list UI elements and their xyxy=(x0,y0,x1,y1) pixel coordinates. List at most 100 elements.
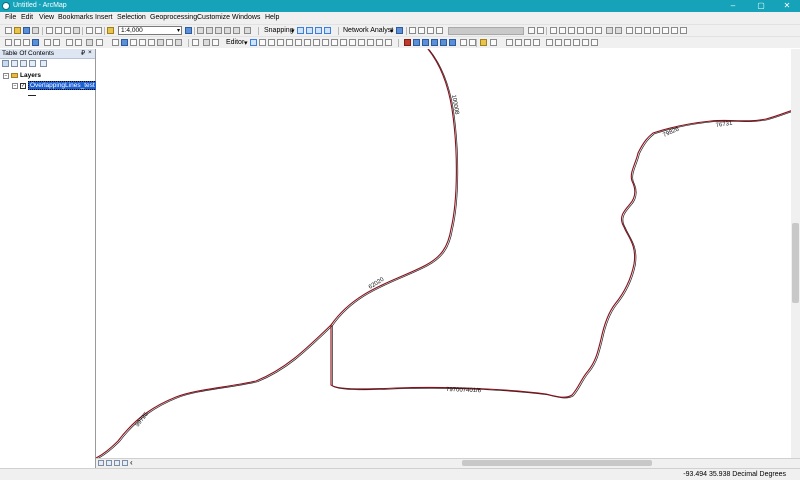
pan-icon[interactable] xyxy=(23,39,30,46)
network-tool-icon[interactable] xyxy=(427,27,434,34)
identify-icon[interactable] xyxy=(121,39,128,46)
horizontal-scroll-thumb[interactable] xyxy=(462,460,652,466)
cut-icon[interactable] xyxy=(46,27,53,34)
point-snapping-icon[interactable] xyxy=(297,27,304,34)
create-features-icon[interactable] xyxy=(376,39,383,46)
line-symbol-icon[interactable] xyxy=(28,95,36,96)
network-tool-icon[interactable] xyxy=(422,39,429,46)
select-elements-icon[interactable] xyxy=(112,39,119,46)
map-canvas[interactable]: 100008 62020 99725 797007401/6 79826 767… xyxy=(96,49,800,458)
model-builder-icon[interactable] xyxy=(244,27,251,34)
chevron-down-icon[interactable]: ▾ xyxy=(177,27,180,35)
chevron-down-icon[interactable]: ▾ xyxy=(291,27,295,35)
zoom-in-icon[interactable] xyxy=(5,39,12,46)
list-by-visibility-icon[interactable] xyxy=(20,60,27,67)
layers-group-label[interactable]: Layers xyxy=(20,72,41,79)
network-tool-icon[interactable] xyxy=(460,39,467,46)
scroll-left-arrow-icon[interactable]: ‹ xyxy=(130,458,133,467)
topology-tool-icon[interactable] xyxy=(559,27,566,34)
attributes-icon[interactable] xyxy=(358,39,365,46)
layer-name-selected[interactable]: OverlappingLines_test xyxy=(28,81,97,90)
collapse-icon[interactable]: − xyxy=(12,83,18,89)
add-data-icon[interactable] xyxy=(107,27,114,34)
menu-file[interactable]: File xyxy=(5,14,16,21)
layout-tool-icon[interactable] xyxy=(582,39,589,46)
html-popup-icon[interactable] xyxy=(148,39,155,46)
search-window-icon[interactable] xyxy=(215,27,222,34)
chevron-down-icon[interactable]: ▾ xyxy=(390,27,394,35)
toc-window-icon[interactable] xyxy=(197,27,204,34)
network-tool-icon[interactable] xyxy=(431,39,438,46)
delete-icon[interactable] xyxy=(73,27,80,34)
network-analyst-menu[interactable]: Network Analyst xyxy=(343,27,393,34)
map-scale-combobox[interactable]: 1:4,000 ▾ xyxy=(118,26,182,35)
snapping-menu[interactable]: Snapping xyxy=(264,27,294,34)
network-tool-icon[interactable] xyxy=(413,39,420,46)
chevron-down-icon[interactable]: ▾ xyxy=(244,39,248,47)
hyperlink-icon[interactable] xyxy=(139,39,146,46)
python-window-icon[interactable] xyxy=(233,27,240,34)
menu-help[interactable]: Help xyxy=(265,14,279,21)
vertical-scroll-thumb[interactable] xyxy=(792,223,799,303)
edit-annotation-icon[interactable] xyxy=(259,39,266,46)
data-view-icon[interactable] xyxy=(98,460,104,466)
measure-icon[interactable] xyxy=(157,39,164,46)
clear-selection-icon[interactable] xyxy=(96,39,103,46)
select-by-rectangle-icon[interactable] xyxy=(86,39,93,46)
layout-tool-icon[interactable] xyxy=(515,39,522,46)
network-tool-icon[interactable] xyxy=(409,27,416,34)
edge-snapping-icon[interactable] xyxy=(324,27,331,34)
catalog-window-icon[interactable] xyxy=(206,27,213,34)
zoom-out-icon[interactable] xyxy=(14,39,21,46)
redo-icon[interactable] xyxy=(95,27,102,34)
create-viewer-icon[interactable] xyxy=(203,39,210,46)
menu-view[interactable]: View xyxy=(39,14,54,21)
layout-tool-icon[interactable] xyxy=(524,39,531,46)
undo-icon[interactable] xyxy=(86,27,93,34)
find-icon[interactable] xyxy=(130,39,137,46)
menu-windows[interactable]: Windows xyxy=(232,14,260,21)
layer-visibility-checkbox[interactable]: ✓ xyxy=(20,83,26,89)
network-tool-icon[interactable] xyxy=(418,27,425,34)
save-icon[interactable] xyxy=(23,27,30,34)
topology-tool-icon[interactable] xyxy=(644,27,651,34)
close-icon[interactable]: × xyxy=(88,49,92,56)
rotate-tool-icon[interactable] xyxy=(349,39,356,46)
topology-tool-icon[interactable] xyxy=(550,27,557,34)
layout-tool-icon[interactable] xyxy=(480,39,487,46)
menu-insert[interactable]: Insert xyxy=(95,14,113,21)
editor-menu[interactable]: Editor xyxy=(226,39,244,46)
network-tool-icon[interactable] xyxy=(404,39,411,46)
pause-drawing-icon[interactable] xyxy=(122,460,128,466)
viewer-tool-icon[interactable] xyxy=(212,39,219,46)
editor-toolbar-icon[interactable] xyxy=(185,27,192,34)
topology-tool-icon[interactable] xyxy=(577,27,584,34)
find-route-icon[interactable] xyxy=(166,39,173,46)
menu-bookmarks[interactable]: Bookmarks xyxy=(58,14,93,21)
road-line-797007401-6[interactable] xyxy=(330,107,800,398)
topology-tool-icon[interactable] xyxy=(662,27,669,34)
delete-vertex-icon[interactable] xyxy=(304,39,311,46)
close-button[interactable]: ✕ xyxy=(774,0,800,12)
layout-tool-icon[interactable] xyxy=(490,39,497,46)
reshape-feature-icon[interactable] xyxy=(322,39,329,46)
list-by-selection-icon[interactable] xyxy=(29,60,36,67)
road-line-99725[interactable] xyxy=(96,324,332,458)
sketch-properties-icon[interactable] xyxy=(367,39,374,46)
point-tool-icon[interactable] xyxy=(295,39,302,46)
layout-tool-icon[interactable] xyxy=(555,39,562,46)
fixed-zoom-out-icon[interactable] xyxy=(53,39,60,46)
menu-geoprocessing[interactable]: Geoprocessing xyxy=(150,14,197,21)
layout-view-icon[interactable] xyxy=(106,460,112,466)
road-line-100008[interactable] xyxy=(330,49,457,326)
list-by-drawing-order-icon[interactable] xyxy=(2,60,9,67)
topology-tool-icon[interactable] xyxy=(626,27,633,34)
back-arrow-icon[interactable] xyxy=(66,39,73,46)
open-folder-icon[interactable] xyxy=(14,27,21,34)
vertical-scrollbar[interactable] xyxy=(791,49,800,458)
cut-polygons-icon[interactable] xyxy=(331,39,338,46)
editing-tool-icon[interactable] xyxy=(385,39,392,46)
fixed-zoom-in-icon[interactable] xyxy=(44,39,51,46)
pin-icon[interactable]: ₽ xyxy=(81,49,85,57)
vertex-snapping-icon[interactable] xyxy=(315,27,322,34)
